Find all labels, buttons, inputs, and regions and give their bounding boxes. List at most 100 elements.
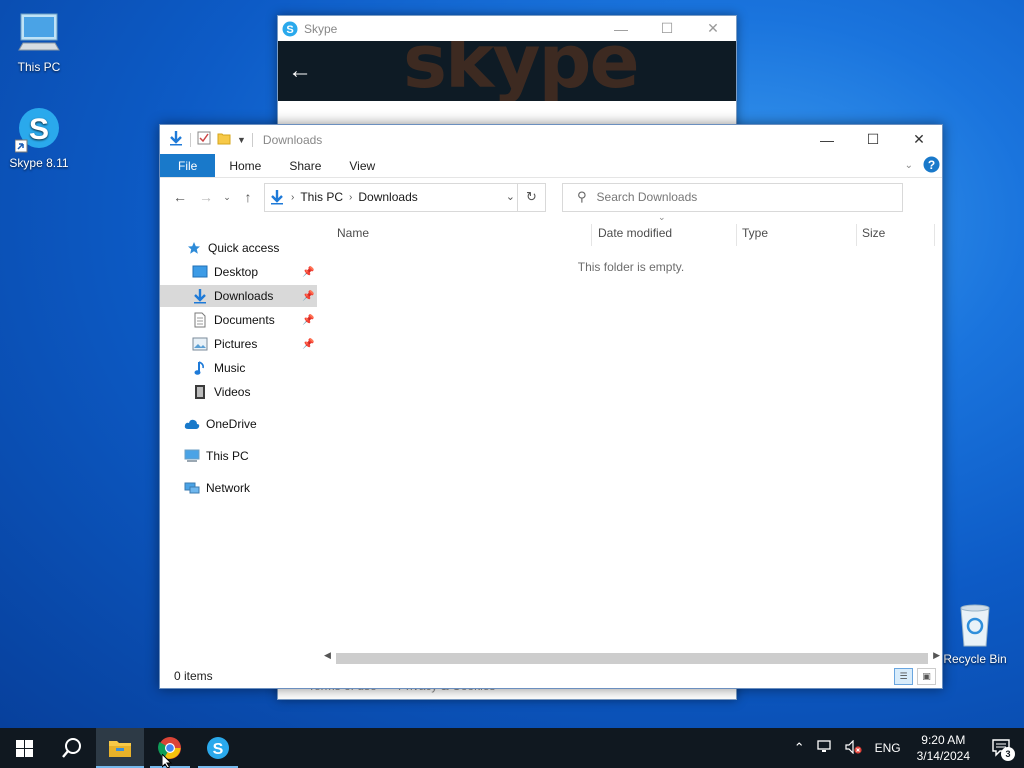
search-button[interactable] <box>48 728 96 768</box>
explorer-titlebar[interactable]: ▼ Downloads — ☐ ✕ <box>160 125 942 154</box>
nav-item-downloads[interactable]: Downloads 📌 <box>160 285 317 307</box>
tab-share[interactable]: Share <box>275 154 335 177</box>
tab-view[interactable]: View <box>335 154 389 177</box>
pin-icon[interactable]: 📌 <box>302 267 314 278</box>
clock-date: 3/14/2024 <box>916 749 970 763</box>
nav-label: Music <box>214 361 246 375</box>
windows-logo-icon <box>15 739 33 757</box>
tab-file[interactable]: File <box>160 154 216 177</box>
nav-item-desktop[interactable]: Desktop 📌 <box>160 261 317 283</box>
address-bar[interactable]: › This PC › Downloads ⌄ ↻ <box>264 182 546 212</box>
desktop-icon-label: Skype 8.11 <box>9 156 69 170</box>
nav-label: Documents <box>214 313 275 327</box>
help-icon[interactable]: ? <box>923 156 940 176</box>
up-button[interactable]: ↑ <box>236 185 260 209</box>
expand-ribbon-icon[interactable]: ⌄ <box>905 160 913 171</box>
scroll-right-icon[interactable]: ▶ <box>933 650 940 661</box>
back-button[interactable]: ← <box>168 185 192 209</box>
scroll-left-icon[interactable]: ◀ <box>324 650 331 661</box>
desktop-icon-skype[interactable]: S Skype 8.11 <box>2 106 76 170</box>
nav-network[interactable]: Network <box>160 477 317 499</box>
nav-onedrive[interactable]: OneDrive <box>160 413 317 435</box>
pin-icon[interactable]: 📌 <box>302 315 314 326</box>
nav-item-documents[interactable]: Documents 📌 <box>160 309 317 331</box>
pin-icon[interactable]: 📌 <box>302 291 314 302</box>
maximize-button[interactable]: ☐ <box>850 125 896 154</box>
minimize-button[interactable]: — <box>598 16 644 41</box>
nav-label: Network <box>206 481 251 495</box>
address-dropdown-icon[interactable]: ⌄ <box>506 190 515 203</box>
properties-icon[interactable] <box>197 131 211 148</box>
close-button[interactable]: ✕ <box>896 125 942 154</box>
maximize-button[interactable]: ☐ <box>644 16 690 41</box>
clock[interactable]: 9:20 AM 3/14/2024 <box>907 732 980 764</box>
column-date-modified[interactable]: Date modified <box>598 224 672 242</box>
start-button[interactable] <box>0 728 48 768</box>
search-icon: ⚲ <box>577 189 587 204</box>
network-status-icon[interactable] <box>811 739 839 757</box>
nav-label: Pictures <box>214 337 258 351</box>
clock-time: 9:20 AM <box>921 733 966 747</box>
skype-titlebar[interactable]: S Skype — ☐ ✕ <box>278 16 736 41</box>
refresh-button[interactable]: ↻ <box>517 183 545 211</box>
forward-button[interactable]: → <box>194 185 218 209</box>
breadcrumb-chevron-icon[interactable]: › <box>349 192 352 203</box>
taskbar-skype[interactable]: S <box>194 728 242 768</box>
folder-icon <box>109 741 131 757</box>
desktop-folder-icon <box>192 264 208 280</box>
minimize-button[interactable]: — <box>804 125 850 154</box>
nav-item-music[interactable]: Music <box>160 357 317 379</box>
tab-home[interactable]: Home <box>215 154 275 177</box>
customize-quick-access-icon[interactable]: ▼ <box>237 135 246 145</box>
nav-label: This PC <box>206 449 249 463</box>
close-button[interactable]: ✕ <box>690 16 736 41</box>
recent-locations-button[interactable]: ⌄ <box>220 185 234 209</box>
details-view-button[interactable]: ☰ <box>894 667 913 685</box>
nav-item-pictures[interactable]: Pictures 📌 <box>160 333 317 355</box>
show-hidden-icons-icon[interactable]: ⌃ <box>788 740 811 756</box>
taskbar-file-explorer[interactable] <box>96 728 144 768</box>
recycle-bin-icon <box>951 602 999 650</box>
pictures-folder-icon <box>192 336 208 352</box>
scrollbar-thumb[interactable] <box>336 653 928 664</box>
search-placeholder: Search Downloads <box>596 190 698 204</box>
svg-text:S: S <box>29 113 49 146</box>
nav-label: Desktop <box>214 265 259 279</box>
skype-header-banner: skype ← <box>278 41 736 101</box>
input-language[interactable]: ENG <box>869 741 907 755</box>
downloads-folder-icon <box>192 288 208 304</box>
file-explorer-window[interactable]: ▼ Downloads — ☐ ✕ File Home Share View ⌄… <box>159 124 943 689</box>
volume-muted-icon[interactable] <box>839 739 869 757</box>
system-tray: ⌃ ENG 9:20 AM 3/14/2024 3 <box>788 728 1024 768</box>
desktop-icon-recycle-bin[interactable]: Recycle Bin <box>938 602 1012 666</box>
nav-label: Videos <box>214 385 251 399</box>
file-list-pane[interactable]: Name Date modified ⌄ Type Size This fold… <box>320 212 942 666</box>
status-bar: 0 items ☰ ▣ <box>160 664 942 688</box>
explorer-body: Quick access Desktop 📌 Downloads 📌 Docum… <box>160 212 942 666</box>
breadcrumb-downloads[interactable]: Downloads <box>358 190 417 204</box>
breadcrumb-chevron-icon[interactable]: › <box>291 192 294 203</box>
action-center-button[interactable]: 3 <box>980 728 1024 768</box>
column-type[interactable]: Type <box>742 224 768 242</box>
music-folder-icon <box>192 360 208 376</box>
nav-item-videos[interactable]: Videos <box>160 381 317 403</box>
breadcrumb-this-pc[interactable]: This PC <box>300 190 343 204</box>
computer-icon <box>15 10 63 58</box>
new-folder-icon[interactable] <box>217 131 231 148</box>
svg-text:S: S <box>213 741 224 758</box>
large-icons-view-button[interactable]: ▣ <box>917 667 936 685</box>
desktop-icon-this-pc[interactable]: This PC <box>2 10 76 74</box>
search-box[interactable]: ⚲ Search Downloads <box>562 182 903 212</box>
nav-quick-access[interactable]: Quick access <box>160 237 317 259</box>
star-icon <box>186 240 202 256</box>
pin-icon[interactable]: 📌 <box>302 339 314 350</box>
ribbon-tabs: File Home Share View ⌄ ? <box>160 154 942 178</box>
nav-label: OneDrive <box>206 417 257 431</box>
mouse-cursor <box>161 752 174 768</box>
column-name[interactable]: Name <box>337 224 369 242</box>
nav-this-pc[interactable]: This PC <box>160 445 317 467</box>
navigation-bar: ← → ⌄ ↑ › This PC › Downloads ⌄ ↻ ⚲ Sear… <box>160 178 942 216</box>
sort-indicator-icon: ⌄ <box>658 212 666 222</box>
column-size[interactable]: Size <box>862 224 885 242</box>
back-arrow-icon[interactable]: ← <box>288 57 312 85</box>
